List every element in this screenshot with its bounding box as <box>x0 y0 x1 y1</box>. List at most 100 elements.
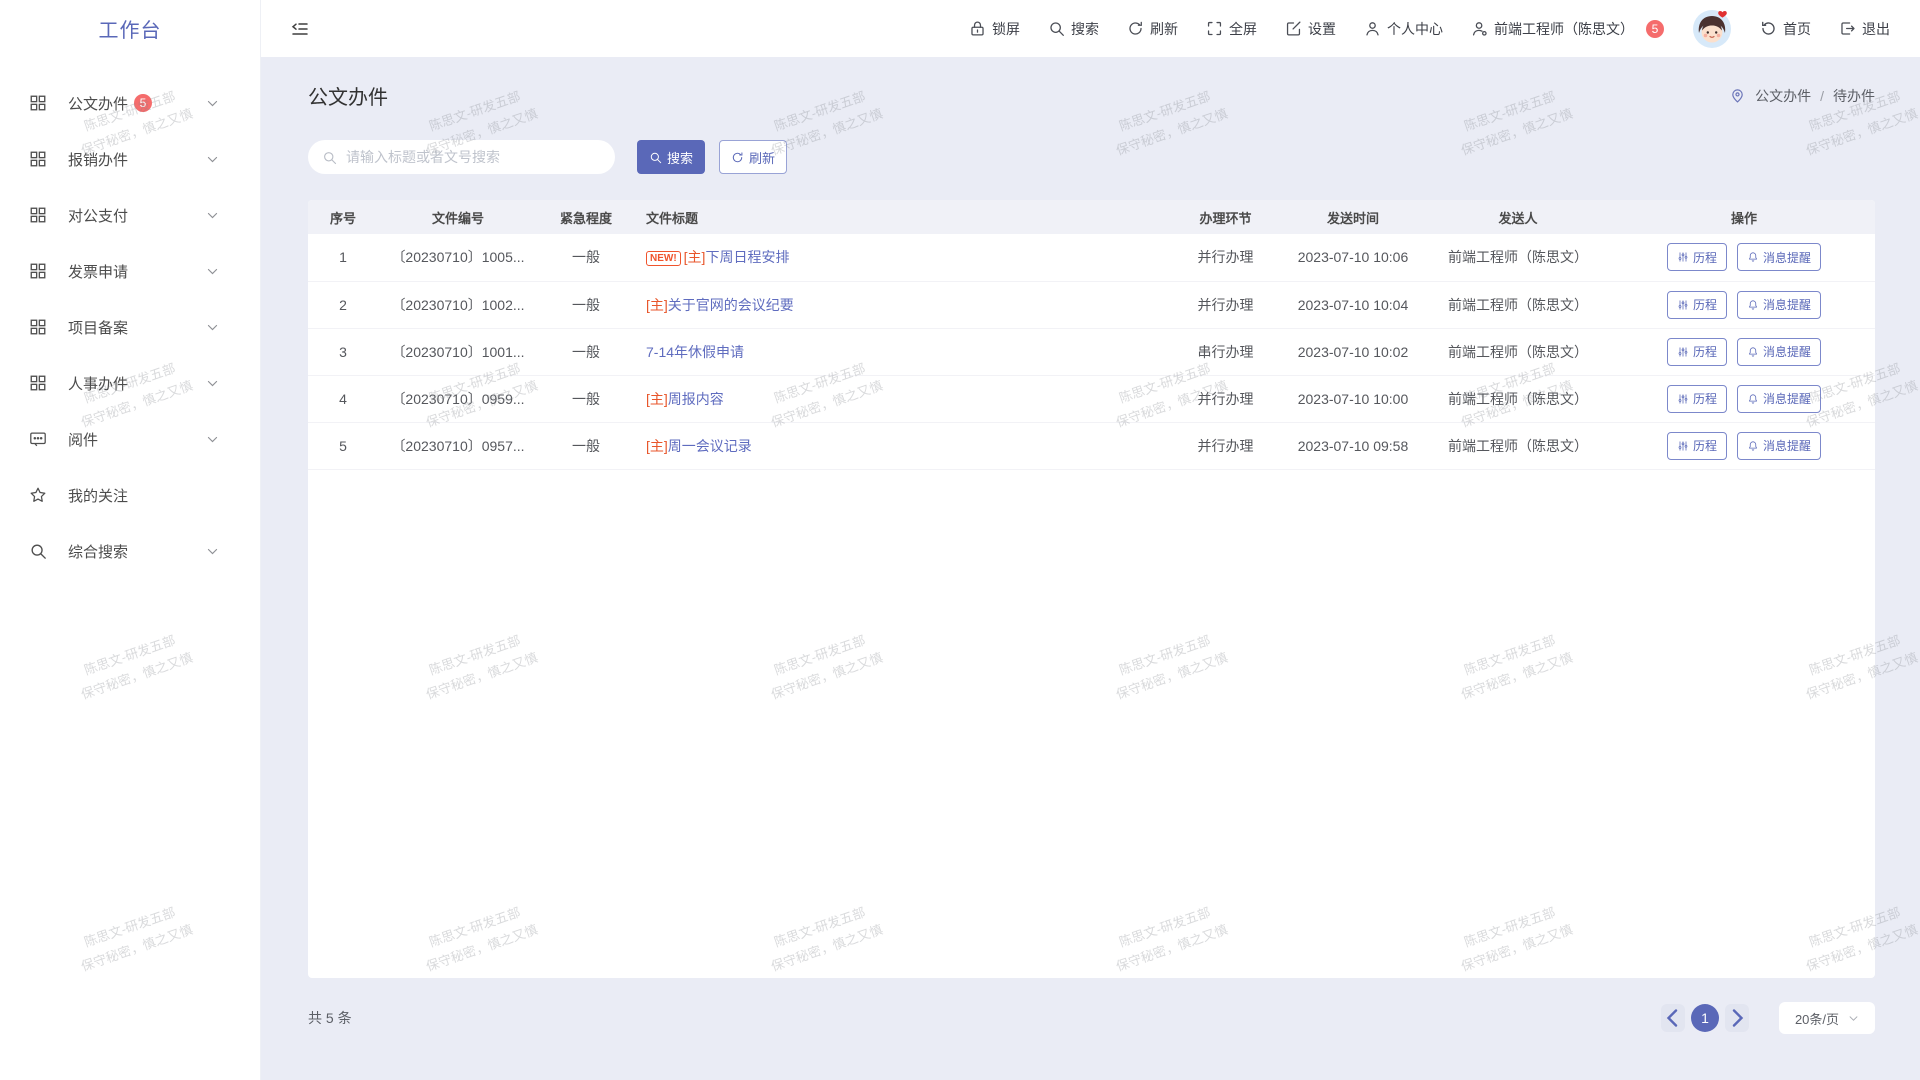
sidebar-item-label: 对公支付 <box>68 205 128 226</box>
cell-sender: 前端工程师（陈思文） <box>1423 422 1613 469</box>
lock-icon <box>969 20 986 37</box>
cell-process-step: 并行办理 <box>1168 234 1283 281</box>
sidebar-item-label: 发票申请 <box>68 261 128 282</box>
footer-bar: 共 5 条 1 20条/页 <box>308 1002 1875 1034</box>
sidebar-item-project-filing[interactable]: 项目备案 <box>0 299 260 355</box>
sidebar-item-reimbursement[interactable]: 报销办件 <box>0 131 260 187</box>
refresh-button[interactable]: 刷新 <box>719 140 787 174</box>
table-row: 2〔20230710〕1002...一般[主]关于官网的会议纪要并行办理2023… <box>308 281 1875 328</box>
cell-process-step: 并行办理 <box>1168 422 1283 469</box>
cell-title: [主]周一会议记录 <box>634 422 1168 469</box>
topbar-settings-label: 设置 <box>1308 19 1336 39</box>
document-title-link[interactable]: 关于官网的会议纪要 <box>668 297 794 313</box>
sidebar-item-global-search[interactable]: 综合搜索 <box>0 523 260 579</box>
sidebar-item-reading-items[interactable]: 阅件 <box>0 411 260 467</box>
chevron-down-icon <box>206 209 219 222</box>
history-button[interactable]: 历程 <box>1667 291 1727 319</box>
search-button[interactable]: 搜索 <box>637 140 705 174</box>
cell-send-time: 2023-07-10 09:58 <box>1283 422 1423 469</box>
message-reminder-button[interactable]: 消息提醒 <box>1737 432 1821 460</box>
current-page[interactable]: 1 <box>1691 1004 1719 1032</box>
history-icon <box>1677 346 1689 358</box>
chevron-down-icon <box>206 321 219 334</box>
message-reminder-button[interactable]: 消息提醒 <box>1737 243 1821 271</box>
topbar-home[interactable]: 首页 <box>1760 19 1811 39</box>
sidebar-item-hr-docs[interactable]: 人事办件 <box>0 355 260 411</box>
table-row: 3〔20230710〕1001...一般7-14年休假申请串行办理2023-07… <box>308 328 1875 375</box>
column-header: 办理环节 <box>1168 200 1283 234</box>
sidebar-nav: 公文办件5 报销办件对公支付发票申请项目备案人事办件阅件我的关注综合搜索 <box>0 57 260 579</box>
topbar-account[interactable]: 前端工程师（陈思文） 5 <box>1471 19 1664 39</box>
document-title-link[interactable]: 7-14年休假申请 <box>646 344 744 360</box>
history-button[interactable]: 历程 <box>1667 243 1727 271</box>
cell-sender: 前端工程师（陈思文） <box>1423 328 1613 375</box>
bell-icon <box>1747 251 1759 263</box>
search-input[interactable] <box>346 149 601 165</box>
topbar-fullscreen[interactable]: 全屏 <box>1206 19 1257 39</box>
pager: 1 <box>1661 1004 1749 1032</box>
location-pin-icon <box>1729 87 1746 104</box>
user-avatar[interactable] <box>1692 9 1732 49</box>
message-reminder-button[interactable]: 消息提醒 <box>1737 385 1821 413</box>
topbar-lock-screen[interactable]: 锁屏 <box>969 19 1020 39</box>
collapse-sidebar-icon[interactable] <box>290 19 310 39</box>
topbar-search[interactable]: 搜索 <box>1048 19 1099 39</box>
history-button[interactable]: 历程 <box>1667 385 1727 413</box>
cell-send-time: 2023-07-10 10:06 <box>1283 234 1423 281</box>
cell-actions: 历程消息提醒 <box>1613 422 1875 469</box>
topbar-settings[interactable]: 设置 <box>1285 19 1336 39</box>
message-reminder-button[interactable]: 消息提醒 <box>1737 291 1821 319</box>
message-icon <box>29 430 47 448</box>
document-title-link[interactable]: 周报内容 <box>668 391 724 407</box>
sidebar-item-my-follows[interactable]: 我的关注 <box>0 467 260 523</box>
sidebar-item-official-docs[interactable]: 公文办件5 <box>0 75 260 131</box>
column-header: 序号 <box>308 200 378 234</box>
cell-index: 3 <box>308 328 378 375</box>
chevron-down-icon <box>206 377 219 390</box>
topbar-logout[interactable]: 退出 <box>1839 19 1890 39</box>
toolbar: 搜索 刷新 <box>308 140 1875 174</box>
cell-index: 4 <box>308 375 378 422</box>
topbar-profile-center[interactable]: 个人中心 <box>1364 19 1443 39</box>
refresh-icon <box>1127 20 1144 37</box>
back-icon <box>1760 20 1777 37</box>
cell-urgency: 一般 <box>538 281 634 328</box>
document-title-link[interactable]: 周一会议记录 <box>668 438 752 454</box>
history-button[interactable]: 历程 <box>1667 432 1727 460</box>
next-page-button[interactable] <box>1725 1004 1749 1032</box>
cell-file-number: 〔20230710〕0957... <box>378 422 538 469</box>
sidebar-item-invoice-request[interactable]: 发票申请 <box>0 243 260 299</box>
topbar: 锁屏 搜索 刷新 全屏 设置 个人中心 前端工程师（陈思文） 5 首页 退出 <box>261 0 1920 57</box>
sidebar-item-corporate-payment[interactable]: 对公支付 <box>0 187 260 243</box>
history-button[interactable]: 历程 <box>1667 338 1727 366</box>
column-header: 操作 <box>1613 200 1875 234</box>
search-icon <box>322 150 337 165</box>
document-title-link[interactable]: 下周日程安排 <box>705 249 789 265</box>
cell-actions: 历程 消息提醒 <box>1613 234 1875 281</box>
topbar-refresh[interactable]: 刷新 <box>1127 19 1178 39</box>
breadcrumb-parent[interactable]: 公文办件 <box>1755 86 1811 106</box>
breadcrumb: 公文办件 / 待办件 <box>1729 86 1875 106</box>
grid-icon <box>29 318 47 336</box>
message-reminder-button-label: 消息提醒 <box>1763 249 1811 266</box>
grid-icon <box>29 262 47 280</box>
cell-title: NEW![主]下周日程安排 <box>634 234 1168 281</box>
history-button-label: 历程 <box>1693 343 1717 360</box>
sidebar-item-label: 报销办件 <box>68 149 128 170</box>
page-title: 公文办件 <box>308 81 388 110</box>
history-button-label: 历程 <box>1693 249 1717 266</box>
cell-actions: 历程 消息提醒 <box>1613 328 1875 375</box>
message-reminder-button[interactable]: 消息提醒 <box>1737 338 1821 366</box>
logout-icon <box>1839 20 1856 37</box>
topbar-account-label: 前端工程师（陈思文） <box>1494 19 1634 39</box>
topbar-lock-screen-label: 锁屏 <box>992 19 1020 39</box>
column-header: 紧急程度 <box>538 200 634 234</box>
table-row: 1〔20230710〕1005...一般NEW![主]下周日程安排并行办理202… <box>308 234 1875 281</box>
app-logo: 工作台 <box>0 0 260 57</box>
sidebar-item-label: 人事办件 <box>68 373 128 394</box>
documents-card: 序号文件编号紧急程度文件标题办理环节发送时间发送人操作 1〔20230710〕1… <box>308 200 1875 978</box>
page-size-select[interactable]: 20条/页 <box>1779 1002 1875 1034</box>
chevron-down-icon <box>206 545 219 558</box>
notification-badge: 5 <box>1646 20 1664 38</box>
prev-page-button[interactable] <box>1661 1004 1685 1032</box>
